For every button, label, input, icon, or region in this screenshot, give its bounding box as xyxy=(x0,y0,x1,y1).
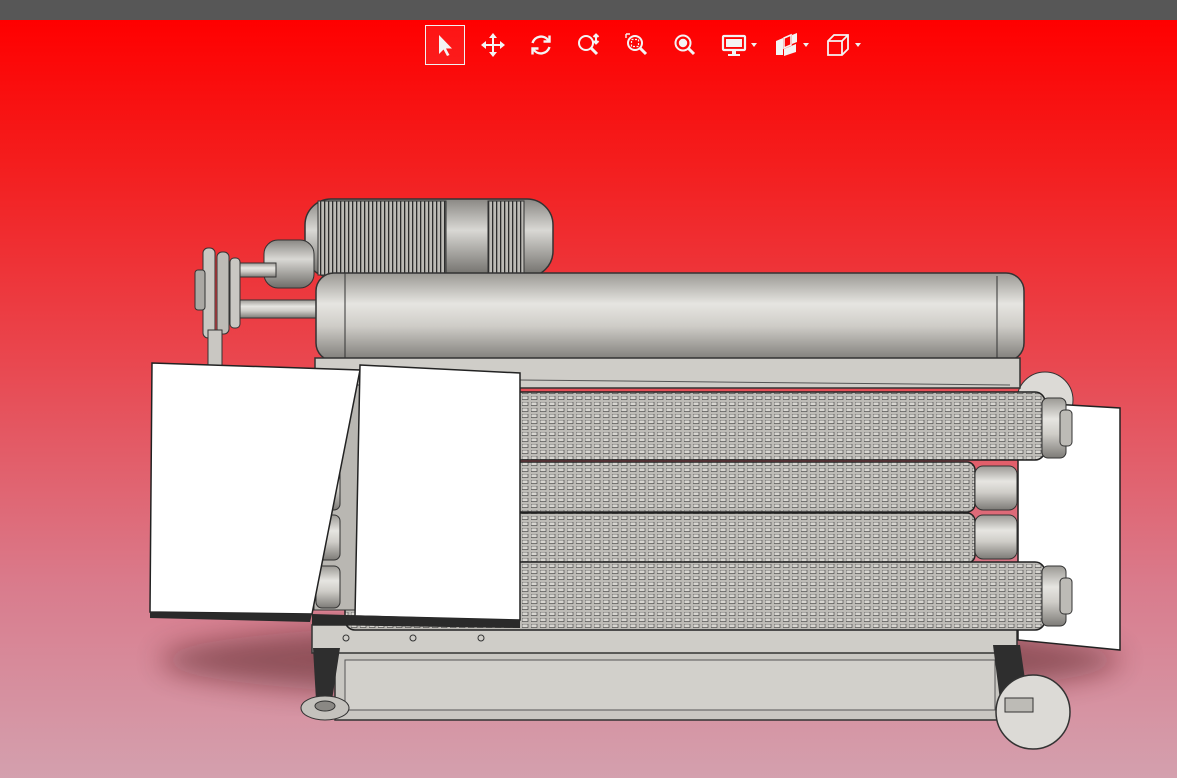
center-hopper-panel xyxy=(354,364,521,621)
rotate-tool-button[interactable] xyxy=(521,25,561,65)
zoom-window-icon xyxy=(625,33,648,56)
section-view-dropdown[interactable] xyxy=(765,25,809,65)
chevron-down-icon xyxy=(855,43,861,47)
view-orientation-dropdown[interactable] xyxy=(817,25,861,65)
machine-3d-model[interactable] xyxy=(0,0,1177,778)
chevron-down-icon xyxy=(803,43,809,47)
zoom-tool-button[interactable] xyxy=(569,25,609,65)
display-mode-icon xyxy=(721,34,747,56)
display-mode-dropdown[interactable] xyxy=(713,25,757,65)
zoom-window-button[interactable] xyxy=(617,25,657,65)
zoom-fit-icon xyxy=(674,34,696,56)
chevron-down-icon xyxy=(751,43,757,47)
view-cube-icon xyxy=(827,34,849,56)
pan-tool-button[interactable] xyxy=(473,25,513,65)
rotate-icon xyxy=(531,35,551,55)
pan-move-icon xyxy=(481,33,505,57)
top-cylinder xyxy=(315,272,1025,362)
section-view-icon xyxy=(776,33,797,56)
select-arrow-icon xyxy=(439,35,452,56)
zoom-fit-button[interactable] xyxy=(665,25,705,65)
select-tool-button[interactable] xyxy=(425,25,465,65)
viewer-window xyxy=(0,0,1177,778)
zoom-icon xyxy=(578,33,600,56)
view-toolbar xyxy=(425,24,869,66)
drive-shaft xyxy=(227,299,324,319)
